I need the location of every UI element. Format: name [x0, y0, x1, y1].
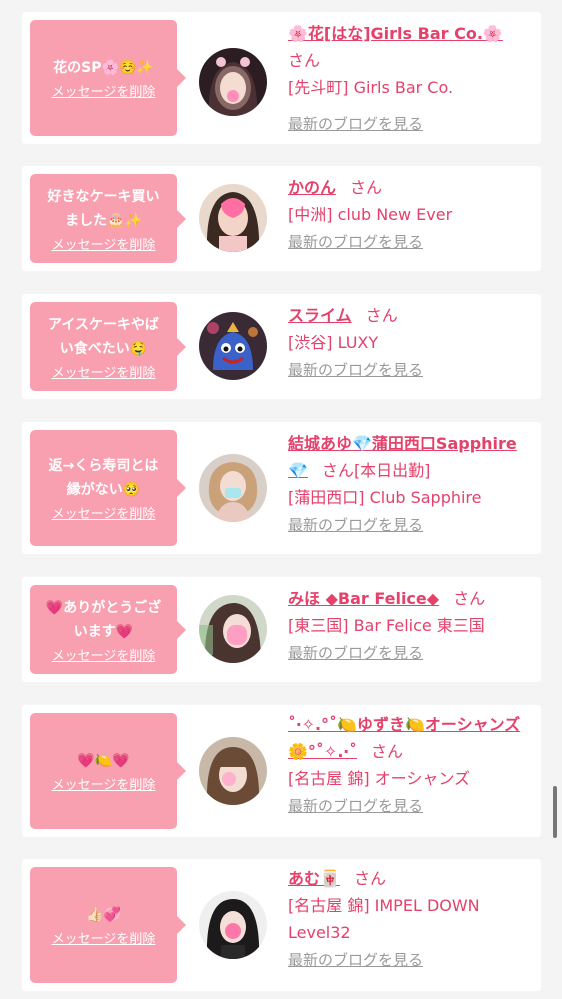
avatar[interactable]	[199, 454, 267, 522]
message-bubble: 返→くら寿司とは 縁がない🥺 メッセージを削除	[30, 430, 186, 546]
cast-info: みほ ◆Bar Felice◆ さん [東三国] Bar Felice 東三国 最…	[288, 585, 531, 667]
cast-info: あむ🀄 さん [名古屋 錦] IMPEL DOWN Level32 最新のブログを…	[288, 865, 531, 974]
avatar-photo-icon	[199, 454, 267, 522]
delete-message-link[interactable]: メッセージを削除	[36, 237, 171, 255]
avatar[interactable]	[199, 312, 267, 380]
avatar[interactable]	[199, 595, 267, 663]
shop-name: [名古屋 錦] オーシャンズ	[288, 769, 471, 788]
scrollbar-thumb[interactable]	[553, 786, 557, 838]
message-card: 好きなケーキ買い ました🎂✨ メッセージを削除 かのん さん [中洲] club …	[22, 166, 541, 271]
latest-blog-link[interactable]: 最新のブログを見る	[288, 233, 423, 251]
honorific: さん	[370, 742, 403, 761]
work-status: [本日出勤]	[353, 461, 431, 480]
latest-blog-link[interactable]: 最新のブログを見る	[288, 797, 423, 815]
cast-info: 🌸花[はな]Girls Bar Co.🌸 さん [先斗町] Girls Bar …	[288, 20, 531, 156]
honorific: さん	[353, 869, 386, 888]
avatar-photo-icon	[199, 48, 267, 116]
cast-name-link[interactable]: みほ ◆Bar Felice◆	[288, 589, 439, 608]
avatar-photo-icon	[199, 312, 267, 380]
latest-blog-link[interactable]: 最新のブログを見る	[288, 951, 423, 969]
honorific: さん	[321, 461, 354, 480]
latest-blog-link[interactable]: 最新のブログを見る	[288, 361, 423, 379]
message-text: 好きなケーキ買い ました🎂✨	[47, 188, 160, 229]
cast-name-link[interactable]: スライム	[288, 306, 352, 325]
message-bubble: アイスケーキやば い食べたい🤤 メッセージを削除	[30, 302, 186, 391]
avatar-photo-icon	[199, 595, 267, 663]
avatar-photo-icon	[199, 737, 267, 805]
honorific: さん	[350, 178, 383, 197]
cast-name-link[interactable]: あむ🀄	[288, 869, 340, 888]
message-card: 返→くら寿司とは 縁がない🥺 メッセージを削除 結城あゆ💎蒲田西口Sapphir…	[22, 422, 541, 554]
shop-name: [中洲] club New Ever	[288, 205, 453, 224]
delete-message-link[interactable]: メッセージを削除	[36, 365, 171, 383]
message-list: 花のSP🌸☺️✨ メッセージを削除 🌸花[はな]Girls Bar Co.🌸 さ…	[0, 0, 562, 999]
cast-name-link[interactable]: 🌸花[はな]Girls Bar Co.🌸	[288, 24, 503, 43]
message-text: 💗🍋💗	[77, 753, 130, 769]
honorific: さん	[288, 51, 321, 70]
message-card: アイスケーキやば い食べたい🤤 メッセージを削除 スライム さん [渋谷] LUX…	[22, 294, 541, 399]
message-bubble: 花のSP🌸☺️✨ メッセージを削除	[30, 20, 186, 136]
message-bubble: 好きなケーキ買い ました🎂✨ メッセージを削除	[30, 174, 186, 263]
shop-name: [東三国] Bar Felice 東三国	[288, 616, 485, 635]
shop-name: [渋谷] LUXY	[288, 333, 379, 352]
cast-name-link[interactable]: ˚‧✧.°˚🍋ゆずき🍋オーシャンズ🌼°˚✧.‧˚	[288, 715, 520, 761]
honorific: さん	[365, 306, 398, 325]
shop-name: [蒲田西口] Club Sapphire	[288, 488, 482, 507]
message-card: 💗🍋💗 メッセージを削除 ˚‧✧.°˚🍋ゆずき🍋オーシャンズ🌼°˚✧.‧˚ さん …	[22, 705, 541, 837]
honorific: さん	[453, 589, 486, 608]
avatar[interactable]	[199, 891, 267, 959]
message-text: 👍🏻💞	[86, 907, 121, 923]
avatar-photo-icon	[199, 891, 267, 959]
delete-message-link[interactable]: メッセージを削除	[36, 931, 171, 949]
avatar-photo-icon	[199, 184, 267, 252]
message-text: 返→くら寿司とは 縁がない🥺	[48, 458, 159, 498]
cast-name-link[interactable]: かのん	[288, 178, 336, 197]
avatar[interactable]	[199, 737, 267, 805]
latest-blog-link[interactable]: 最新のブログを見る	[288, 516, 423, 534]
message-bubble: 💗🍋💗 メッセージを削除	[30, 713, 186, 829]
cast-info: 結城あゆ💎蒲田西口Sapphire💎 さん[本日出勤] [蒲田西口] Club S…	[288, 430, 531, 539]
message-card: 💗ありがとうござ います💗 メッセージを削除 みほ ◆Bar Felice◆ さん…	[22, 577, 541, 682]
delete-message-link[interactable]: メッセージを削除	[36, 648, 171, 666]
message-bubble: 💗ありがとうござ います💗 メッセージを削除	[30, 585, 186, 674]
cast-info: かのん さん [中洲] club New Ever 最新のブログを見る	[288, 174, 531, 256]
message-text: 花のSP🌸☺️✨	[53, 60, 154, 76]
cast-info: スライム さん [渋谷] LUXY 最新のブログを見る	[288, 302, 531, 384]
delete-message-link[interactable]: メッセージを削除	[36, 506, 171, 524]
avatar[interactable]	[199, 48, 267, 116]
message-card: 👍🏻💞 メッセージを削除 あむ🀄 さん [名古屋 錦] IMPEL DOWN Le…	[22, 859, 541, 991]
message-text: 💗ありがとうござ います💗	[45, 599, 162, 640]
shop-name: [先斗町] Girls Bar Co.	[288, 78, 454, 97]
latest-blog-link[interactable]: 最新のブログを見る	[288, 644, 423, 662]
message-card: 花のSP🌸☺️✨ メッセージを削除 🌸花[はな]Girls Bar Co.🌸 さ…	[22, 12, 541, 144]
delete-message-link[interactable]: メッセージを削除	[36, 777, 171, 795]
shop-name: [名古屋 錦] IMPEL DOWN Level32	[288, 896, 480, 942]
delete-message-link[interactable]: メッセージを削除	[36, 84, 171, 102]
latest-blog-link[interactable]: 最新のブログを見る	[288, 115, 423, 133]
message-text: アイスケーキやば い食べたい🤤	[48, 316, 159, 357]
cast-info: ˚‧✧.°˚🍋ゆずき🍋オーシャンズ🌼°˚✧.‧˚ さん [名古屋 錦] オーシャン…	[288, 711, 531, 820]
avatar[interactable]	[199, 184, 267, 252]
message-bubble: 👍🏻💞 メッセージを削除	[30, 867, 186, 983]
